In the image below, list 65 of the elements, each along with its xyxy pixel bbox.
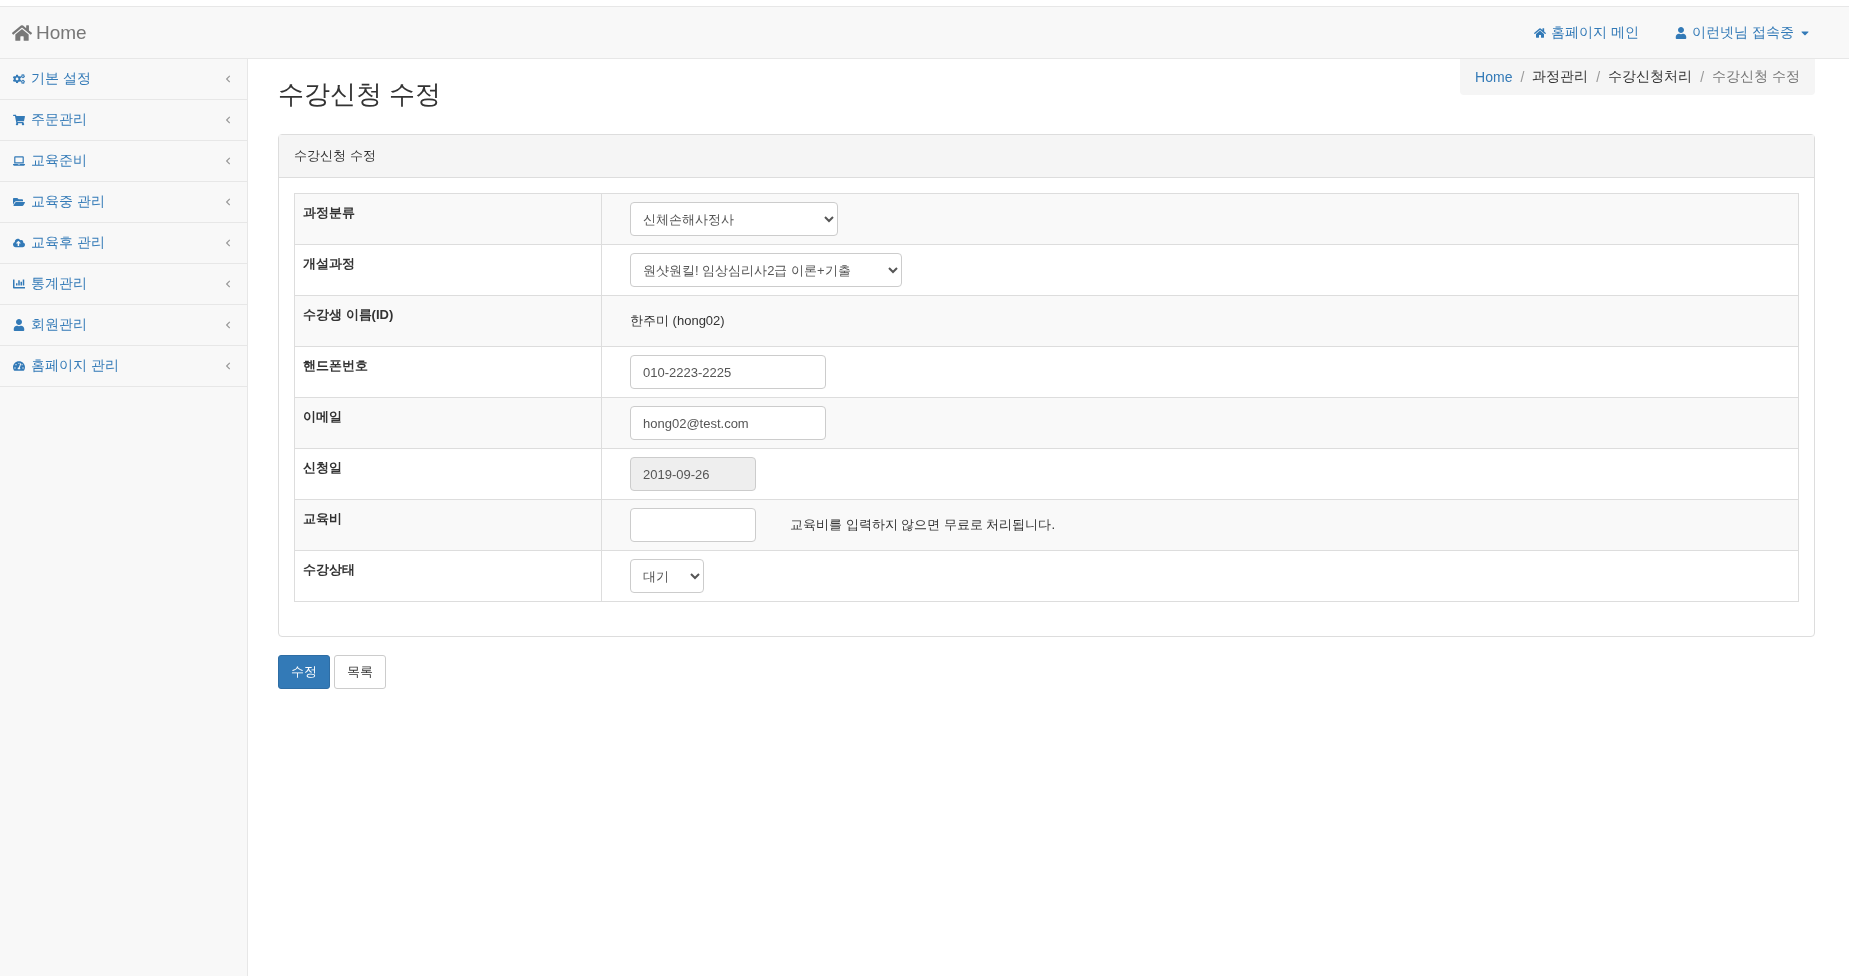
list-button[interactable]: 목록 — [334, 655, 386, 689]
sidebar-item-label: 교육준비 — [31, 152, 87, 170]
home-icon — [12, 22, 32, 43]
status-select[interactable]: 대기 — [630, 559, 704, 593]
gears-icon — [13, 73, 25, 85]
student-name-text: 한주미 (hong02) — [630, 312, 725, 330]
chevron-left-icon — [224, 198, 232, 206]
sidebar-item-label: 교육후 관리 — [31, 234, 105, 252]
chevron-left-icon — [224, 75, 232, 83]
laptop-icon — [13, 155, 25, 167]
home-icon — [1534, 26, 1547, 39]
course-select[interactable]: 원샷원킬! 임상심리사2급 이론+기출 — [630, 253, 902, 287]
sidebar-item[interactable]: 교육후 관리 — [0, 223, 247, 264]
chevron-left-icon — [224, 239, 232, 247]
breadcrumb-separator: / — [1595, 69, 1602, 85]
field-label: 교육비 — [294, 499, 602, 551]
field-label: 과정분류 — [294, 193, 602, 245]
bar-chart-icon — [13, 278, 25, 290]
sidebar-item-label: 교육중 관리 — [31, 193, 105, 211]
field-label: 수강생 이름(ID) — [294, 295, 602, 347]
page-title: 수강신청 수정 — [278, 78, 442, 111]
input-field[interactable] — [630, 508, 756, 542]
breadcrumb-item: 수강신청처리 — [1608, 68, 1693, 86]
input-field[interactable]: hong02@test.com — [630, 406, 826, 440]
field-label: 이메일 — [294, 397, 602, 449]
breadcrumb-separator: / — [1519, 69, 1526, 85]
breadcrumb-separator: / — [1699, 69, 1706, 85]
sidebar-item[interactable]: 교육중 관리 — [0, 182, 247, 223]
chevron-left-icon — [224, 321, 232, 329]
sidebar-item-label: 기본 설정 — [31, 70, 91, 88]
panel-heading: 수강신청 수정 — [279, 135, 1814, 178]
home-brand-link[interactable]: Home — [12, 21, 87, 44]
sidebar-item[interactable]: 홈페이지 관리 — [0, 346, 247, 387]
breadcrumb-item: 과정관리 — [1532, 68, 1589, 86]
chevron-left-icon — [224, 157, 232, 165]
user-icon — [13, 319, 25, 331]
chevron-left-icon — [224, 362, 232, 370]
field-label: 신청일 — [294, 448, 602, 500]
gauge-icon — [13, 360, 25, 372]
user-icon — [1675, 26, 1688, 39]
sidebar-item[interactable]: 회원관리 — [0, 305, 247, 346]
submit-button[interactable]: 수정 — [278, 655, 330, 689]
folder-icon — [13, 196, 25, 208]
breadcrumb-link[interactable]: Home — [1475, 69, 1513, 85]
sidebar-item[interactable]: 교육준비 — [0, 141, 247, 182]
input-field[interactable]: 010-2223-2225 — [630, 355, 826, 389]
cloud-upload-icon — [13, 237, 25, 249]
homepage-main-link[interactable]: 홈페이지 메인 — [1534, 23, 1640, 42]
sidebar-item[interactable]: 기본 설정 — [0, 59, 247, 100]
sidebar-item-label: 회원관리 — [31, 316, 87, 334]
field-label: 수강상태 — [294, 550, 602, 602]
breadcrumb-item: 수강신청 수정 — [1712, 68, 1800, 86]
hint-text: 교육비를 입력하지 않으면 무료로 처리됩니다. — [790, 516, 1056, 534]
course-category-select[interactable]: 신체손해사정사 — [630, 202, 838, 236]
sidebar-item[interactable]: 주문관리 — [0, 100, 247, 141]
cart-icon — [13, 114, 25, 126]
field-label: 개설과정 — [294, 244, 602, 296]
chevron-left-icon — [224, 116, 232, 124]
sidebar-item-label: 주문관리 — [31, 111, 87, 129]
field-label: 핸드폰번호 — [294, 346, 602, 398]
user-menu-link[interactable]: 이런넷님 접속중 — [1675, 23, 1811, 42]
chevron-left-icon — [224, 280, 232, 288]
sidebar-item-label: 홈페이지 관리 — [31, 357, 119, 375]
sidebar-item-label: 통계관리 — [31, 275, 87, 293]
sidebar-item[interactable]: 통계관리 — [0, 264, 247, 305]
